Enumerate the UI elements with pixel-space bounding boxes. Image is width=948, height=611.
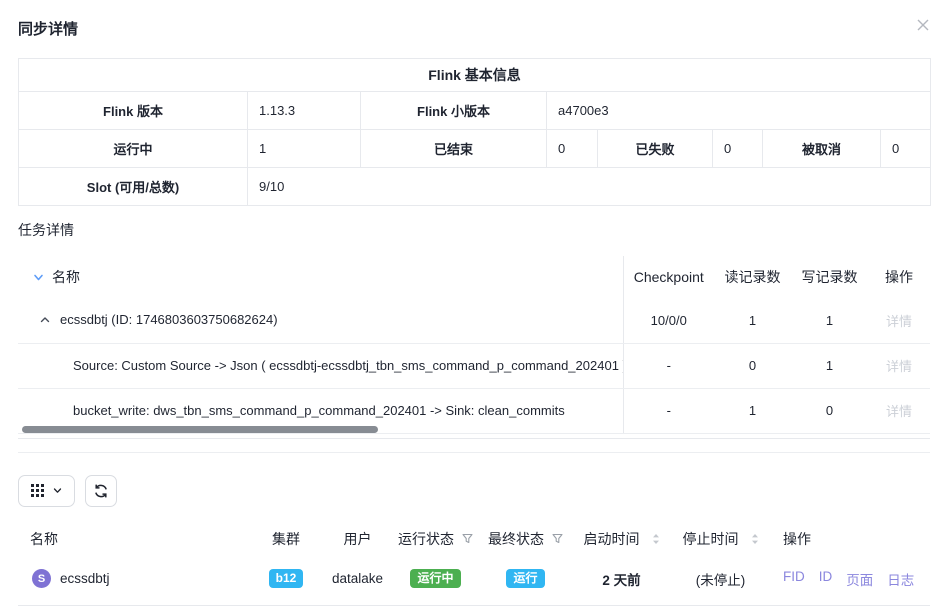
refresh-icon	[93, 483, 109, 499]
task-write-count: 0	[791, 388, 868, 433]
run-status-badge: 运行中	[410, 569, 460, 588]
cluster-tag: b12	[269, 569, 304, 588]
task-detail-link[interactable]: 详情	[868, 388, 930, 433]
job-col-cluster: 集群	[250, 525, 322, 553]
task-col-write: 写记录数	[791, 256, 868, 298]
job-name: ecssdbtj	[60, 571, 110, 586]
chevron-up-icon[interactable]	[39, 314, 51, 326]
task-col-action: 操作	[868, 256, 930, 298]
sort-carets-icon[interactable]	[751, 533, 759, 545]
chevron-down-icon[interactable]	[32, 271, 45, 284]
slot-value: 9/10	[248, 168, 931, 206]
task-col-name: 名称	[52, 267, 80, 287]
task-details-title: 任务详情	[18, 220, 930, 240]
task-detail-link[interactable]: 详情	[868, 298, 930, 343]
running-value: 1	[248, 130, 361, 168]
column-settings-button[interactable]	[18, 475, 75, 507]
grid-icon	[31, 484, 44, 497]
flink-version-value: 1.13.3	[248, 92, 361, 130]
avatar: S	[32, 569, 51, 588]
task-read-count: 1	[714, 298, 791, 343]
canceled-label: 被取消	[763, 130, 881, 168]
sort-carets-icon[interactable]	[652, 533, 660, 545]
task-name: Source: Custom Source -> Json ( ecssdbtj…	[18, 343, 623, 388]
job-col-user: 用户	[322, 525, 393, 553]
finished-value: 0	[547, 130, 598, 168]
stop-time: (未停止)	[670, 553, 771, 606]
toolbar	[18, 475, 930, 507]
job-col-final-status: 最终状态	[488, 529, 544, 549]
task-table-wrap: 名称 Checkpoint 读记录数 写记录数 操作 ecssdbtj (ID:…	[18, 256, 930, 439]
job-col-start-time: 启动时间	[584, 529, 640, 549]
task-checkpoint: 10/0/0	[623, 298, 714, 343]
horizontal-scrollbar[interactable]	[22, 426, 378, 433]
page-link[interactable]: 页面	[846, 569, 873, 589]
filter-funnel-icon[interactable]	[462, 533, 473, 544]
table-row: Source: Custom Source -> Json ( ecssdbtj…	[18, 343, 930, 388]
task-table: 名称 Checkpoint 读记录数 写记录数 操作 ecssdbtj (ID:…	[18, 256, 930, 434]
task-col-checkpoint: Checkpoint	[623, 256, 714, 298]
job-col-action: 操作	[771, 525, 930, 553]
task-table-header-row: 名称 Checkpoint 读记录数 写记录数 操作	[18, 256, 930, 298]
chevron-down-icon	[52, 485, 63, 496]
flink-info-table: Flink 基本信息 Flink 版本 1.13.3 Flink 小版本 a47…	[18, 58, 931, 206]
final-status-badge: 运行	[506, 569, 544, 588]
flink-minor-version-value: a4700e3	[547, 92, 931, 130]
page-title: 同步详情	[18, 18, 930, 39]
job-table: 名称 集群 用户 运行状态 最终状态	[18, 525, 930, 607]
failed-label: 已失败	[598, 130, 713, 168]
failed-value: 0	[713, 130, 763, 168]
start-time: 2 天前	[573, 553, 670, 606]
canceled-value: 0	[881, 130, 931, 168]
id-link[interactable]: ID	[819, 569, 833, 589]
fid-link[interactable]: FID	[783, 569, 805, 589]
task-checkpoint: -	[623, 343, 714, 388]
finished-label: 已结束	[361, 130, 547, 168]
flink-minor-version-label: Flink 小版本	[361, 92, 547, 130]
flink-info-title: Flink 基本信息	[19, 59, 931, 92]
close-icon[interactable]	[915, 17, 931, 33]
job-col-name: 名称	[18, 525, 250, 553]
job-col-run-status: 运行状态	[398, 529, 454, 549]
job-table-header-row: 名称 集群 用户 运行状态 最终状态	[18, 525, 930, 553]
task-write-count: 1	[791, 298, 868, 343]
task-name: ecssdbtj (ID: 1746803603750682624)	[60, 312, 278, 327]
task-write-count: 1	[791, 343, 868, 388]
log-link[interactable]: 日志	[887, 569, 914, 589]
table-row: S ecssdbtj b12 datalake 运行中 运行 2 天前 (未停止…	[18, 553, 930, 606]
flink-version-label: Flink 版本	[19, 92, 248, 130]
task-detail-link[interactable]: 详情	[868, 343, 930, 388]
task-col-read: 读记录数	[714, 256, 791, 298]
modal-header: 同步详情	[0, 0, 948, 39]
job-user: datalake	[322, 553, 393, 606]
table-row: ecssdbtj (ID: 1746803603750682624) 10/0/…	[18, 298, 930, 343]
section-divider	[18, 452, 930, 453]
filter-funnel-icon[interactable]	[552, 533, 563, 544]
running-label: 运行中	[19, 130, 248, 168]
slot-label: Slot (可用/总数)	[19, 168, 248, 206]
refresh-button[interactable]	[85, 475, 117, 507]
task-read-count: 0	[714, 343, 791, 388]
task-read-count: 1	[714, 388, 791, 433]
job-col-stop-time: 停止时间	[683, 529, 739, 549]
task-checkpoint: -	[623, 388, 714, 433]
